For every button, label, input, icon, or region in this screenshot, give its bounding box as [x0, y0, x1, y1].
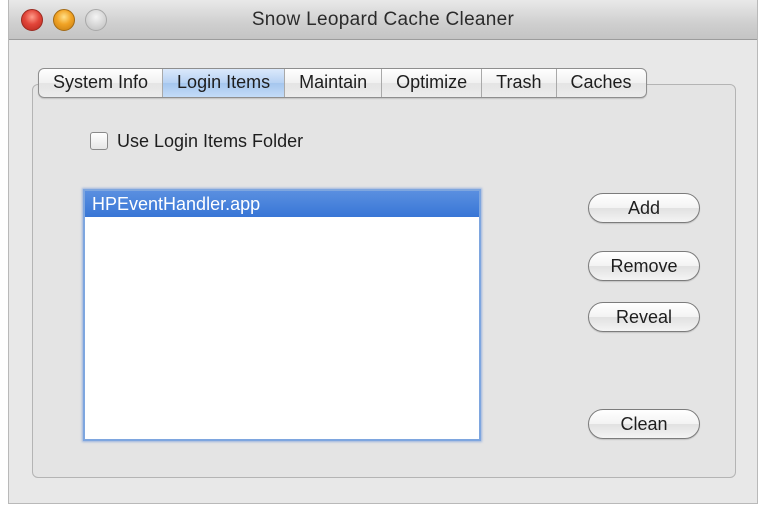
window-title: Snow Leopard Cache Cleaner — [251, 9, 515, 30]
remove-button[interactable]: Remove — [588, 251, 700, 281]
use-login-items-folder-label: Use Login Items Folder — [117, 130, 304, 151]
list-item[interactable]: HPEventHandler.app — [85, 191, 479, 217]
tab-maintain[interactable]: Maintain — [285, 69, 383, 97]
tab-optimize[interactable]: Optimize — [382, 69, 483, 97]
login-items-list[interactable]: HPEventHandler.app — [83, 189, 481, 441]
tab-system-info[interactable]: System Info — [39, 69, 164, 97]
reveal-button[interactable]: Reveal — [588, 302, 700, 332]
title-bar[interactable]: Snow Leopard Cache Cleaner — [9, 0, 757, 40]
clean-button[interactable]: Clean — [588, 409, 700, 439]
tab-bar: System Info Login Items Maintain Optimiz… — [38, 68, 647, 98]
tab-trash[interactable]: Trash — [482, 69, 557, 97]
tab-caches[interactable]: Caches — [557, 69, 646, 97]
tab-login-items[interactable]: Login Items — [163, 69, 286, 97]
add-button[interactable]: Add — [588, 193, 700, 223]
use-login-items-folder-option[interactable]: Use Login Items Folder — [90, 130, 303, 152]
use-login-items-folder-checkbox[interactable] — [90, 132, 108, 150]
